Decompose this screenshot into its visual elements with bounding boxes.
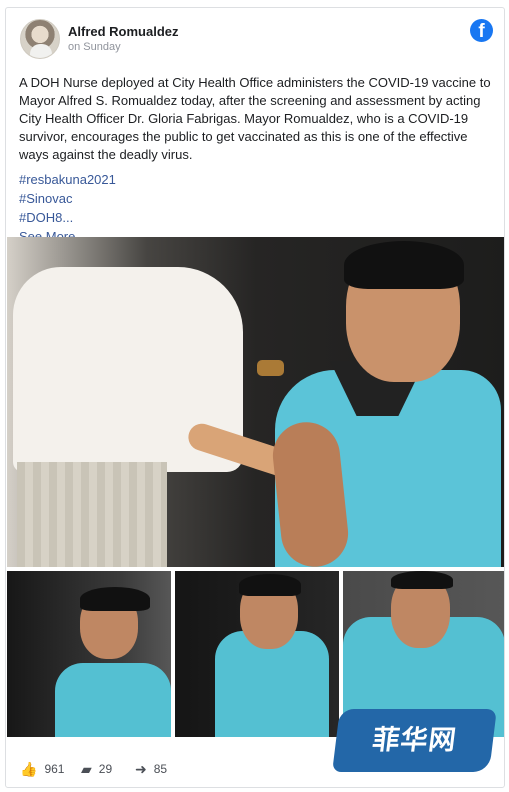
share-icon: ➜ — [135, 761, 147, 777]
mayor-hair-illustration — [344, 241, 464, 289]
thumbnail-hair-illustration — [80, 587, 150, 611]
post-time[interactable]: on Sunday — [68, 41, 121, 53]
hashtag-doh8[interactable]: #DOH8... — [19, 208, 116, 227]
wristwatch-illustration — [257, 360, 284, 376]
main-vaccination-photo[interactable] — [7, 237, 504, 567]
like-count-button[interactable]: 👍 961 — [20, 762, 64, 776]
thumbnail-hair-illustration — [239, 574, 301, 596]
nurse-pants-illustration — [17, 462, 167, 567]
comment-count-button[interactable]: ▰ 29 — [81, 762, 112, 776]
comment-count: 29 — [98, 762, 113, 776]
site-watermark-logo: 菲华网 — [332, 709, 497, 772]
comment-icon: ▰ — [81, 761, 92, 777]
like-count: 961 — [44, 762, 65, 776]
thumbnail-hair-illustration — [391, 571, 453, 589]
thumbs-up-icon: 👍 — [20, 761, 38, 777]
share-count: 85 — [153, 762, 168, 776]
avatar[interactable] — [20, 19, 60, 59]
photo-thumbnail-2[interactable] — [175, 571, 339, 737]
hashtag-list: #resbakuna2021 #Sinovac #DOH8... See Mor… — [19, 170, 116, 246]
hashtag-sinovac[interactable]: #Sinovac — [19, 189, 116, 208]
post-body-text: A DOH Nurse deployed at City Health Offi… — [19, 75, 491, 162]
thumbnail-shirt-illustration — [55, 663, 171, 737]
photo-thumbnail-1[interactable] — [7, 571, 171, 737]
share-count-button[interactable]: ➜ 85 — [135, 762, 167, 776]
facebook-icon[interactable]: f — [470, 19, 493, 42]
author-name[interactable]: Alfred Romualdez — [68, 24, 179, 39]
facebook-post-card: Alfred Romualdez on Sunday f A DOH Nurse… — [5, 7, 505, 788]
hashtag-resbakuna2021[interactable]: #resbakuna2021 — [19, 170, 116, 189]
post-header: Alfred Romualdez on Sunday f — [6, 8, 504, 68]
